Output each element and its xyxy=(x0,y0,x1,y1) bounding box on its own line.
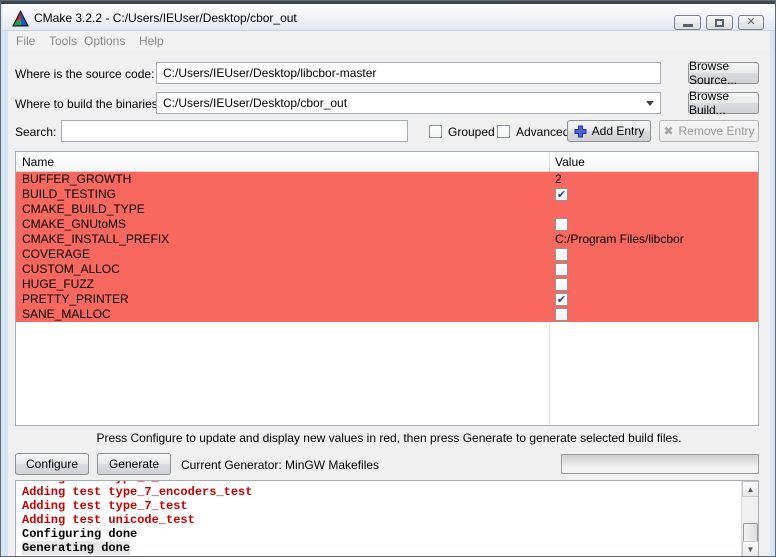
log-line: Adding test type_7_test xyxy=(22,499,738,513)
generate-button[interactable]: Generate xyxy=(97,453,171,475)
remove-entry-button[interactable]: ✖ Remove Entry xyxy=(659,120,759,142)
menu-help[interactable]: Help xyxy=(139,34,164,48)
current-generator-label: Current Generator: MinGW Makefiles xyxy=(181,458,379,472)
close-button[interactable]: ✕ xyxy=(738,15,764,30)
add-entry-label: Add Entry xyxy=(592,124,645,138)
table-row[interactable]: CMAKE_BUILD_TYPE xyxy=(16,202,758,217)
grouped-label: Grouped xyxy=(448,125,495,139)
configure-hint-text: Press Configure to update and display ne… xyxy=(1,431,776,445)
remove-entry-label: Remove Entry xyxy=(679,124,755,138)
table-row[interactable]: COVERAGE xyxy=(16,247,758,262)
source-code-label: Where is the source code: xyxy=(15,67,154,81)
log-lines: Adding test type_6_testAdding test type_… xyxy=(22,480,738,555)
maximize-icon xyxy=(715,19,724,27)
cache-entry-name[interactable]: HUGE_FUZZ xyxy=(16,277,549,292)
cache-entry-name[interactable]: CMAKE_GNUtoMS xyxy=(16,217,549,232)
table-row[interactable]: CMAKE_INSTALL_PREFIXC:/Program Files/lib… xyxy=(16,232,758,247)
log-line: Adding test unicode_test xyxy=(22,513,738,527)
browse-source-button[interactable]: Browse Source... xyxy=(688,62,759,84)
search-label: Search: xyxy=(15,125,56,139)
cmake-window: CMake 3.2.2 - C:/Users/IEUser/Desktop/cb… xyxy=(0,0,776,557)
cache-rows: BUFFER_GROWTH2BUILD_TESTING ✔ CMAKE_BUILD_… xyxy=(16,172,758,425)
table-row[interactable]: SANE_MALLOC xyxy=(16,307,758,322)
cache-entry-name[interactable]: CMAKE_INSTALL_PREFIX xyxy=(16,232,549,247)
table-row[interactable]: CUSTOM_ALLOC xyxy=(16,262,758,277)
value-checkbox[interactable] xyxy=(555,308,568,321)
build-binaries-label: Where to build the binaries: xyxy=(15,97,161,111)
grouped-checkbox[interactable] xyxy=(429,125,442,138)
cache-entry-value[interactable] xyxy=(549,217,758,232)
value-checkbox[interactable] xyxy=(555,248,568,261)
cache-entry-value[interactable] xyxy=(549,307,758,322)
log-line: Adding test type_7_encoders_test xyxy=(22,485,738,499)
value-checkbox[interactable] xyxy=(555,278,568,291)
generate-label: Generate xyxy=(109,457,159,471)
menu-bar: File Tools Options Help xyxy=(8,31,770,51)
minimize-button[interactable] xyxy=(674,15,701,30)
cmake-logo-icon xyxy=(12,10,29,27)
cache-entry-name[interactable]: CUSTOM_ALLOC xyxy=(16,262,549,277)
add-entry-button[interactable]: Add Entry xyxy=(567,120,651,142)
table-row[interactable]: HUGE_FUZZ xyxy=(16,277,758,292)
window-title: CMake 3.2.2 - C:/Users/IEUser/Desktop/cb… xyxy=(34,11,297,25)
build-path-combobox[interactable] xyxy=(156,92,661,114)
cache-entry-value[interactable] xyxy=(549,277,758,292)
output-log[interactable]: Adding test type_6_testAdding test type_… xyxy=(15,480,759,557)
cache-entry-value[interactable] xyxy=(549,202,758,217)
remove-x-icon: ✖ xyxy=(663,125,673,137)
cache-entry-name[interactable]: BUFFER_GROWTH xyxy=(16,172,549,187)
configure-label: Configure xyxy=(26,457,78,471)
browse-build-button[interactable]: Browse Build... xyxy=(688,92,759,114)
table-row[interactable]: CMAKE_GNUtoMS xyxy=(16,217,758,232)
cache-table[interactable]: Name Value BUFFER_GROWTH2BUILD_TESTING ✔ C… xyxy=(15,151,759,426)
advanced-checkbox[interactable] xyxy=(497,125,510,138)
maximize-button[interactable] xyxy=(706,15,733,30)
browse-source-label: Browse Source... xyxy=(689,59,758,87)
value-checkbox[interactable] xyxy=(555,218,568,231)
value-checkbox[interactable] xyxy=(555,263,568,276)
value-checkbox-checked[interactable]: ✔ xyxy=(555,188,568,201)
menu-file[interactable]: File xyxy=(16,34,35,48)
menu-options[interactable]: Options xyxy=(84,34,125,48)
cache-entry-name[interactable]: PRETTY_PRINTER xyxy=(16,292,549,307)
table-row[interactable]: BUILD_TESTING ✔ xyxy=(16,187,758,202)
column-header-value[interactable]: Value xyxy=(555,155,585,169)
add-plus-icon xyxy=(574,125,587,138)
log-scrollbar[interactable]: ▲ ▼ xyxy=(741,481,758,557)
log-line: Generating done xyxy=(22,541,738,555)
log-line: Configuring done xyxy=(22,527,738,541)
cache-entry-value[interactable]: 2 xyxy=(549,172,758,187)
scroll-down-icon[interactable]: ▼ xyxy=(742,541,759,557)
column-header-name[interactable]: Name xyxy=(22,155,54,169)
minimize-icon xyxy=(683,24,693,27)
cache-entry-value[interactable] xyxy=(549,262,758,277)
combo-dropdown-icon[interactable] xyxy=(646,101,654,106)
cache-entry-name[interactable]: SANE_MALLOC xyxy=(16,307,549,322)
cache-entry-value[interactable]: ✔ xyxy=(549,187,758,202)
close-icon: ✕ xyxy=(746,17,755,28)
source-path-input[interactable] xyxy=(156,62,661,84)
cache-entry-name[interactable]: BUILD_TESTING xyxy=(16,187,549,202)
title-bar[interactable]: CMake 3.2.2 - C:/Users/IEUser/Desktop/cb… xyxy=(2,4,776,31)
table-row[interactable]: BUFFER_GROWTH2 xyxy=(16,172,758,187)
cache-entry-value[interactable]: ✔ xyxy=(549,292,758,307)
menu-tools[interactable]: Tools xyxy=(49,34,77,48)
progress-bar xyxy=(561,454,759,474)
browse-build-label: Browse Build... xyxy=(689,89,758,117)
cache-entry-name[interactable]: COVERAGE xyxy=(16,247,549,262)
advanced-label: Advanced xyxy=(516,125,569,139)
cache-entry-name[interactable]: CMAKE_BUILD_TYPE xyxy=(16,202,549,217)
cache-table-header[interactable]: Name Value xyxy=(16,152,758,172)
scroll-up-icon[interactable]: ▲ xyxy=(742,481,759,497)
value-checkbox-checked[interactable]: ✔ xyxy=(555,293,568,306)
search-input[interactable] xyxy=(61,120,408,142)
configure-button[interactable]: Configure xyxy=(15,453,89,475)
cache-entry-value[interactable]: C:/Program Files/libcbor xyxy=(549,232,758,247)
table-row[interactable]: PRETTY_PRINTER ✔ xyxy=(16,292,758,307)
cache-entry-value[interactable] xyxy=(549,247,758,262)
